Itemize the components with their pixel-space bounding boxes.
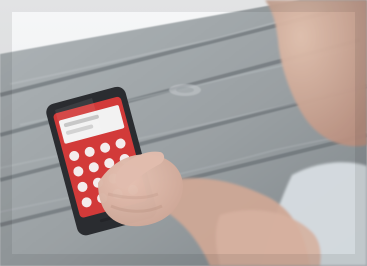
photo-frame [0,0,367,266]
photo-scene [0,0,367,266]
